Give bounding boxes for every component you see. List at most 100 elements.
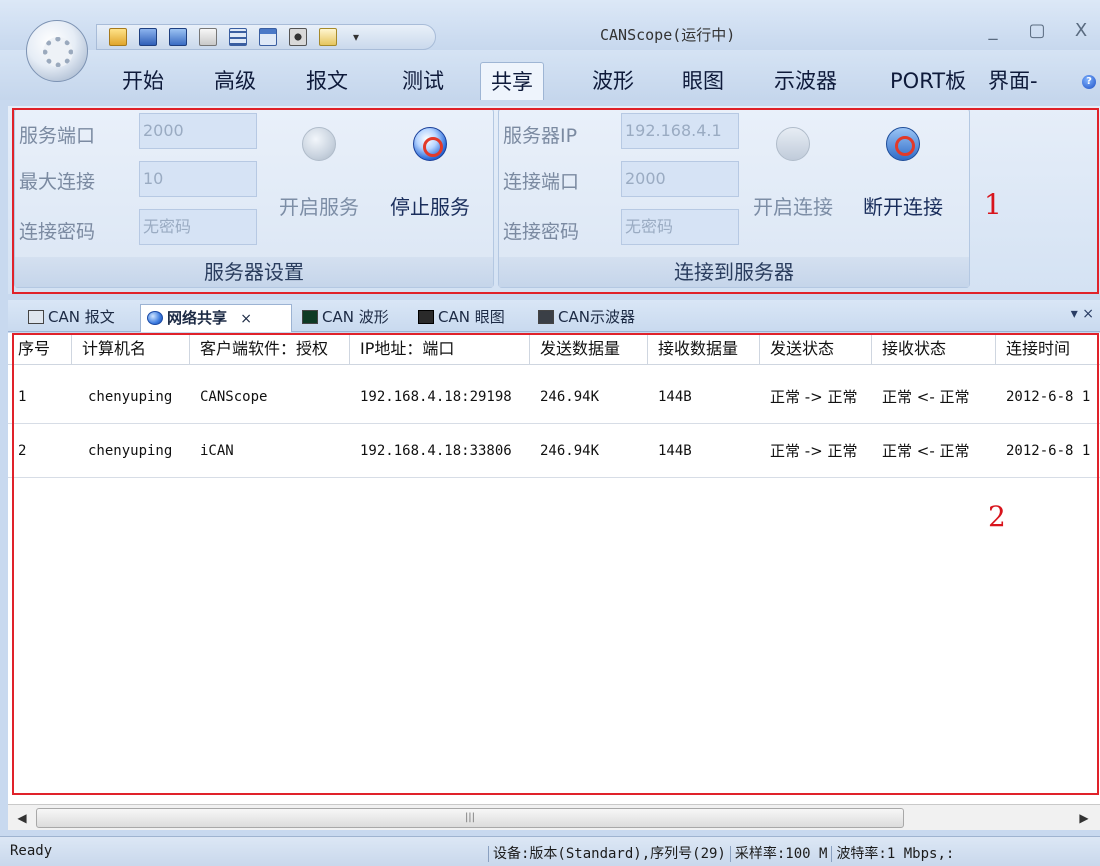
server-password-label: 连接密码 (19, 221, 96, 243)
max-connections-label: 最大连接 (19, 171, 96, 193)
stop-service-button[interactable]: 停止服务 (377, 127, 483, 220)
open-connection-label: 开启连接 (753, 195, 833, 219)
service-port-field[interactable]: 2000 (139, 113, 257, 149)
table-header: 序号 计算机名 客户端软件：授权 IP地址：端口 发送数据量 接收数据量 发送状… (8, 333, 1100, 365)
play-icon (302, 127, 336, 161)
client-list-table: 序号 计算机名 客户端软件：授权 IP地址：端口 发送数据量 接收数据量 发送状… (8, 333, 1100, 829)
status-device-info: 设备:版本(Standard),序列号(29) 采样率:100 M 波特率:1 Mb… (484, 843, 954, 863)
column-header-received[interactable]: 接收数据量 (648, 333, 760, 365)
cell-recv-status: 正常 <- 正常 (882, 442, 970, 460)
help-icon[interactable]: ? (1082, 75, 1096, 89)
cell-ip: 192.168.4.18:29198 (360, 389, 512, 405)
message-list-icon (28, 310, 44, 324)
doc-tab-can-messages[interactable]: CAN 报文 (22, 304, 136, 332)
connect-port-field[interactable]: 2000 (621, 161, 739, 197)
scroll-left-icon[interactable]: ◀ (12, 808, 32, 828)
server-password-field[interactable]: 无密码 (139, 209, 257, 245)
document-tab-bar: CAN 报文 网络共享 × CAN 波形 CAN 眼图 CAN示波器 ▾ × (8, 300, 1100, 332)
close-tab-icon[interactable]: × (240, 311, 252, 327)
doc-tab-network-share[interactable]: 网络共享 × (140, 304, 292, 332)
status-ready: Ready (10, 843, 53, 859)
status-baud-rate: 波特率:1 Mbps,: (836, 846, 955, 862)
column-header-client[interactable]: 客户端软件：授权 (190, 333, 350, 365)
cell-client: CANScope (200, 389, 268, 405)
server-ip-field[interactable]: 192.168.4.1 (621, 113, 739, 149)
open-folder-icon[interactable] (109, 28, 127, 46)
column-header-connect-time[interactable]: 连接时间 (996, 333, 1100, 365)
maximize-button[interactable]: ▢ (1026, 20, 1048, 42)
minimize-button[interactable]: _ (982, 20, 1004, 42)
column-header-index[interactable]: 序号 (8, 333, 72, 365)
title-bar: ▾ CANScope(运行中) _ ▢ X (0, 0, 1100, 50)
column-header-recv-status[interactable]: 接收状态 (872, 333, 996, 365)
doc-tab-can-oscilloscope[interactable]: CAN示波器 (532, 304, 656, 332)
ribbon-panel: 服务端口 2000 最大连接 10 连接密码 无密码 开启服务 停止服务 服务器… (8, 106, 1100, 294)
globe-icon (147, 311, 163, 325)
tab-messages[interactable]: 报文 (296, 62, 358, 100)
cell-connect-time: 2012-6-8 1 (1006, 443, 1091, 459)
cansope-window: ▾ CANScope(运行中) _ ▢ X 开始 高级 报文 测试 共享 波形 … (0, 0, 1100, 866)
status-bar: Ready 设备:版本(Standard),序列号(29) 采样率:100 M 波特… (0, 836, 1100, 866)
cell-computer: chenyuping (88, 443, 173, 459)
connect-to-server-caption: 连接到服务器 (499, 257, 969, 287)
disconnect-label: 断开连接 (863, 195, 943, 219)
window-icon[interactable] (259, 28, 277, 46)
tab-port-board[interactable]: PORT板 (880, 62, 976, 100)
tab-interface[interactable]: 界面- (978, 62, 1048, 100)
close-button[interactable]: X (1070, 20, 1092, 42)
column-header-ip[interactable]: IP地址：端口 (350, 333, 530, 365)
server-settings-caption: 服务器设置 (15, 257, 493, 287)
start-service-button[interactable]: 开启服务 (271, 127, 367, 220)
chart-icon[interactable] (199, 28, 217, 46)
table-row[interactable]: 2 chenyuping iCAN 192.168.4.18:33806 246… (8, 425, 1100, 478)
cell-received: 144B (658, 389, 692, 405)
cell-ip: 192.168.4.18:33806 (360, 443, 512, 459)
stop-service-label: 停止服务 (390, 195, 470, 219)
status-device: 设备:版本(Standard),序列号(29) (493, 846, 726, 862)
disconnect-icon (886, 127, 920, 161)
tab-eye-diagram[interactable]: 眼图 (672, 62, 734, 100)
scroll-right-icon[interactable]: ▶ (1074, 808, 1094, 828)
cell-received: 144B (658, 443, 692, 459)
document-icon[interactable] (319, 28, 337, 46)
service-port-label: 服务端口 (19, 125, 96, 147)
cell-send-status: 正常 -> 正常 (770, 442, 858, 460)
stop-icon (413, 127, 447, 161)
tab-start[interactable]: 开始 (112, 62, 174, 100)
connect-to-server-group: 服务器IP 192.168.4.1 连接端口 2000 连接密码 无密码 开启连… (498, 108, 970, 288)
scroll-thumb[interactable]: ||| (36, 808, 904, 828)
open-connection-button[interactable]: 开启连接 (743, 127, 843, 220)
application-menu-button[interactable] (26, 20, 88, 82)
connect-port-label: 连接端口 (503, 171, 580, 193)
edit-icon[interactable] (169, 28, 187, 46)
max-connections-field[interactable]: 10 (139, 161, 257, 197)
doc-tab-can-eye[interactable]: CAN 眼图 (412, 304, 524, 332)
eye-diagram-icon (418, 310, 434, 324)
column-header-computer[interactable]: 计算机名 (72, 333, 190, 365)
save-icon[interactable] (139, 28, 157, 46)
oscilloscope-icon (538, 310, 554, 324)
grid-icon[interactable] (229, 28, 247, 46)
disconnect-button[interactable]: 断开连接 (849, 127, 957, 220)
camera-icon[interactable] (289, 28, 307, 46)
tab-advanced[interactable]: 高级 (204, 62, 266, 100)
column-header-sent[interactable]: 发送数据量 (530, 333, 648, 365)
cell-client: iCAN (200, 443, 234, 459)
table-row[interactable]: 1 chenyuping CANScope 192.168.4.18:29198… (8, 371, 1100, 424)
server-settings-group: 服务端口 2000 最大连接 10 连接密码 无密码 开启服务 停止服务 服务器… (14, 108, 494, 288)
window-controls: _ ▢ X (982, 20, 1092, 42)
status-sample-rate: 采样率:100 M (734, 846, 828, 862)
tab-share[interactable]: 共享 (480, 62, 544, 100)
panel-menu-close-icon[interactable]: ▾ × (1071, 306, 1094, 322)
horizontal-scrollbar[interactable]: ◀ ||| ▶ (8, 804, 1100, 830)
tab-waveform[interactable]: 波形 (582, 62, 644, 100)
tab-oscilloscope[interactable]: 示波器 (764, 62, 847, 100)
qat-customize-icon[interactable]: ▾ (349, 28, 363, 46)
doc-tab-label: CAN示波器 (558, 308, 635, 326)
tab-test[interactable]: 测试 (392, 62, 454, 100)
cell-index: 2 (18, 443, 27, 459)
server-ip-label: 服务器IP (503, 125, 578, 147)
column-header-send-status[interactable]: 发送状态 (760, 333, 872, 365)
connect-password-field[interactable]: 无密码 (621, 209, 739, 245)
doc-tab-can-waveform[interactable]: CAN 波形 (296, 304, 404, 332)
